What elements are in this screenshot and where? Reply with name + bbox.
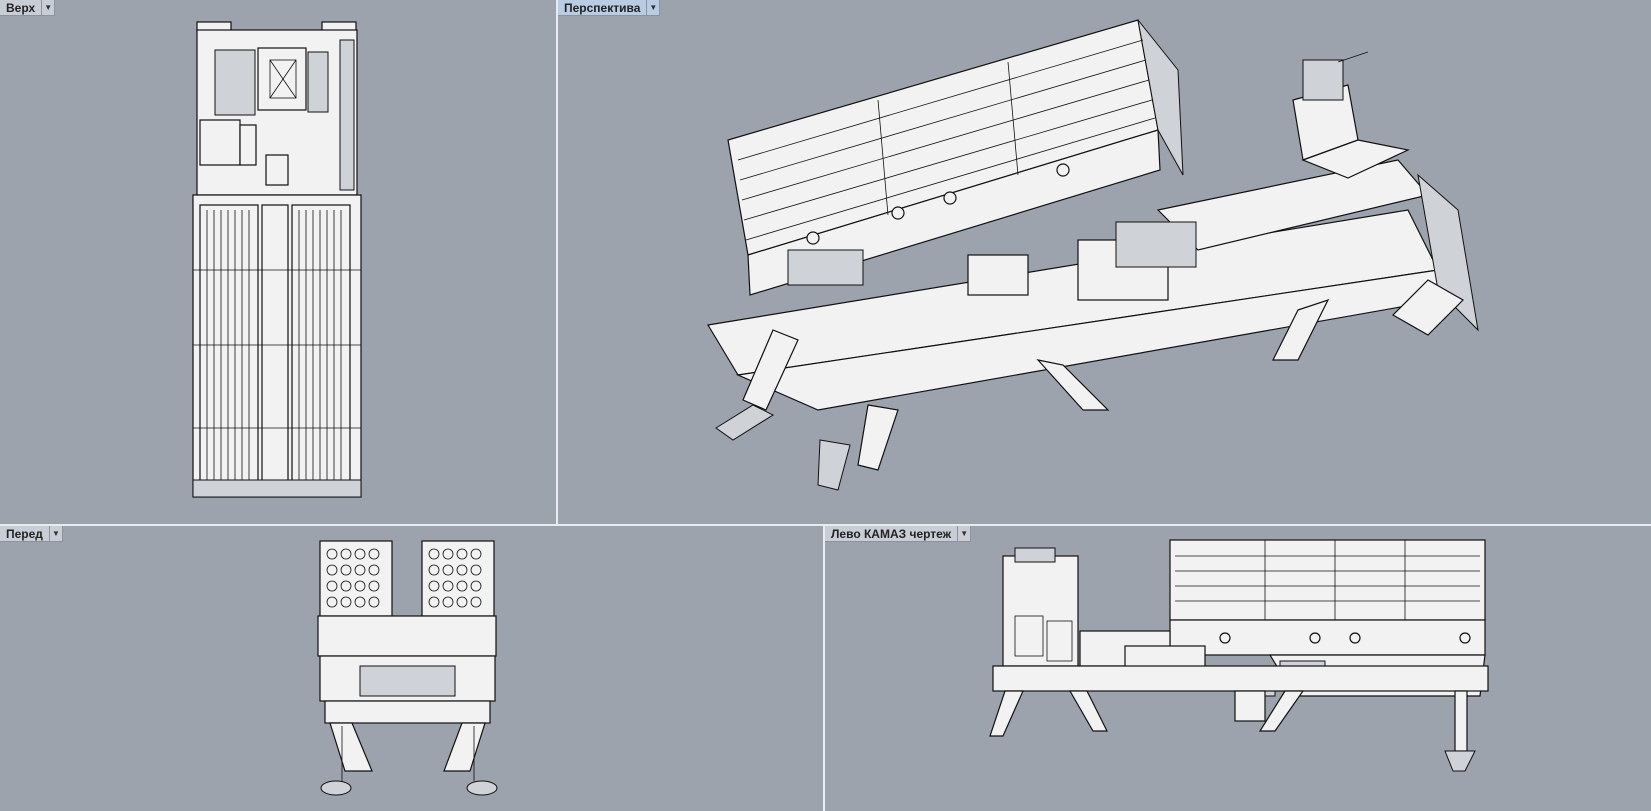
viewport-title[interactable]: Перед	[0, 526, 50, 542]
left-view-drawing	[989, 539, 1489, 772]
viewport-perspective[interactable]: Перспектива ▼	[558, 0, 1651, 524]
chevron-down-icon[interactable]: ▼	[647, 0, 661, 16]
front-view-drawing	[317, 540, 498, 796]
viewport-title[interactable]: Лево КАМАЗ чертеж	[825, 526, 959, 542]
viewport-label-perspective[interactable]: Перспектива ▼	[558, 0, 661, 16]
viewport-title[interactable]: Верх	[0, 0, 43, 16]
perspective-view-drawing	[707, 19, 1479, 491]
viewport-left[interactable]: Лево КАМАЗ чертеж ▼	[825, 526, 1651, 811]
top-view-drawing	[192, 21, 362, 498]
chevron-down-icon[interactable]: ▼	[958, 526, 972, 542]
viewport-label-front[interactable]: Перед ▼	[0, 526, 63, 542]
viewport-top[interactable]: Верх ▼	[0, 0, 556, 524]
viewport-label-top[interactable]: Верх ▼	[0, 0, 56, 16]
viewport-label-left[interactable]: Лево КАМАЗ чертеж ▼	[825, 526, 972, 542]
viewport-title[interactable]: Перспектива	[558, 0, 648, 16]
viewport-front[interactable]: Перед ▼	[0, 526, 823, 811]
chevron-down-icon[interactable]: ▼	[42, 0, 56, 16]
chevron-down-icon[interactable]: ▼	[49, 526, 63, 542]
